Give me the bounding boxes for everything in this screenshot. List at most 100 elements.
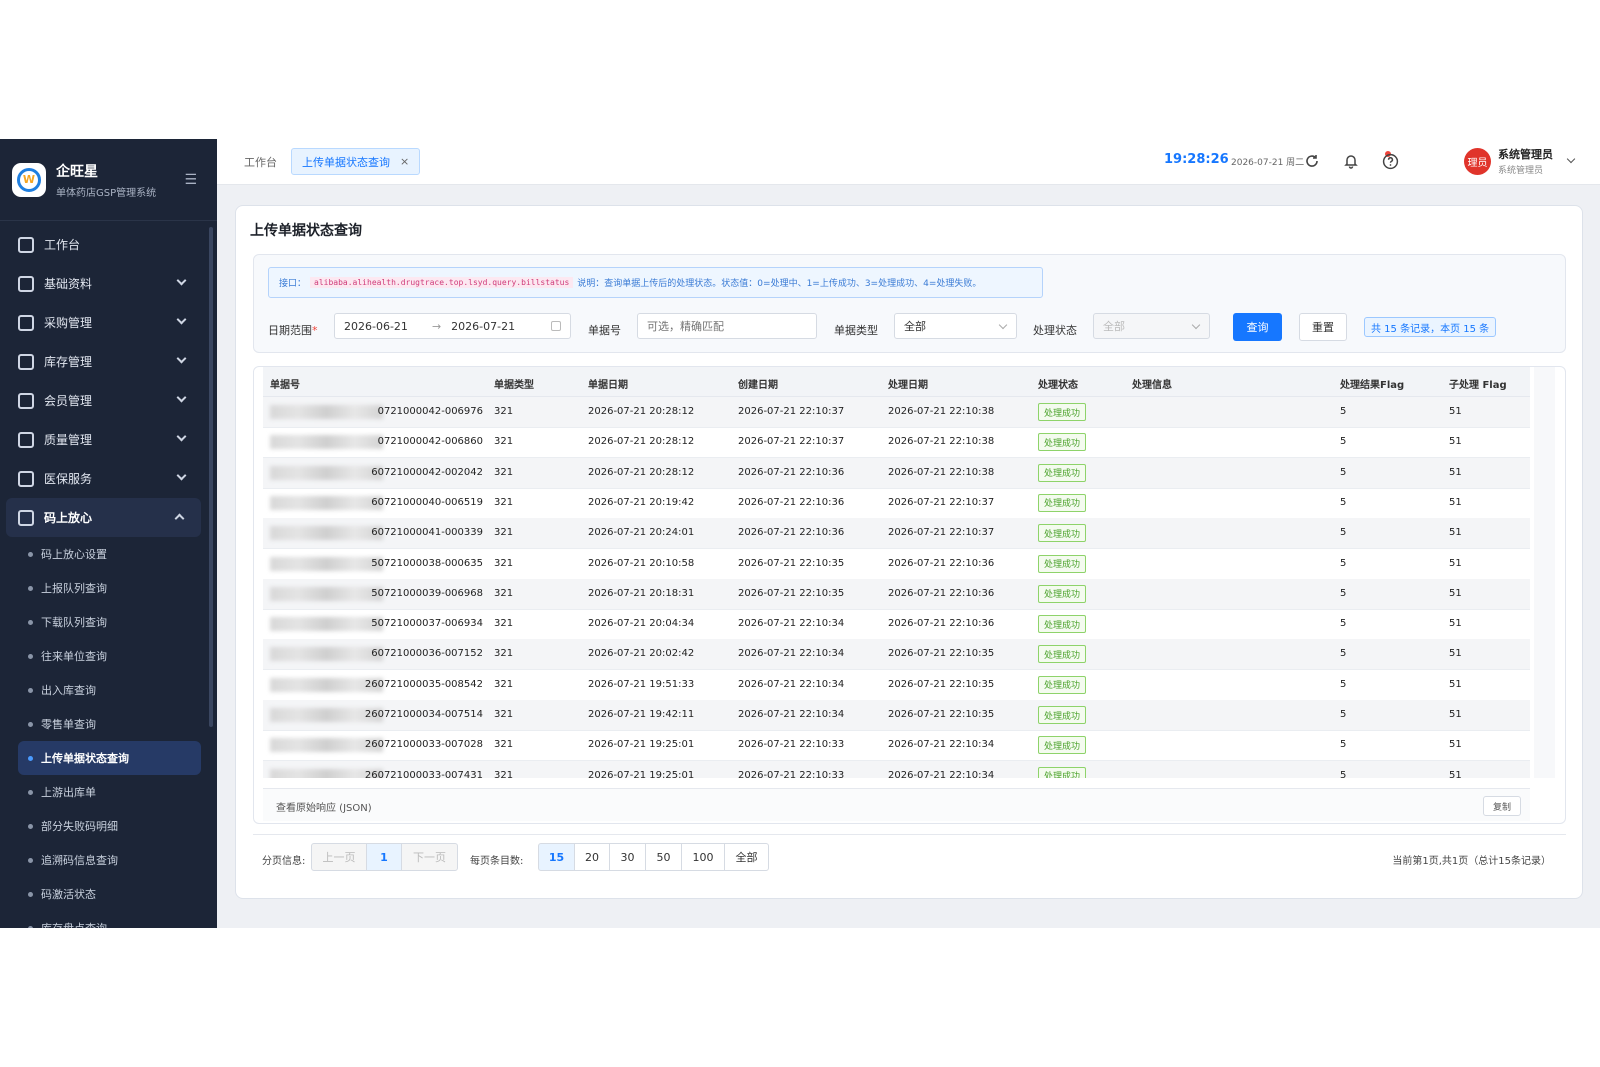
chevron-down-icon: [176, 431, 187, 442]
raw-json-section[interactable]: 查看原始响应 (JSON) 复制: [263, 788, 1530, 821]
submenu-item-2[interactable]: 下载队列查询: [0, 605, 217, 639]
bill-no-input[interactable]: [637, 313, 817, 339]
close-tab-icon[interactable]: ×: [400, 155, 409, 168]
table-row[interactable]: 260721000033-007028 321 2026-07-21 19:25:0…: [263, 730, 1530, 762]
table-row[interactable]: 60721000040-006519 321 2026-07-21 20:19:42…: [263, 488, 1530, 519]
page-size-option[interactable]: 100: [681, 843, 725, 871]
sidebar-item-7[interactable]: 码上放心: [6, 498, 201, 537]
status-select[interactable]: 全部: [1093, 313, 1210, 339]
sidebar-item-0[interactable]: 工作台: [0, 225, 217, 264]
column-header[interactable]: 创建日期: [738, 376, 778, 391]
page-size-option[interactable]: 50: [645, 843, 682, 871]
table-row[interactable]: 60721000041-000339 321 2026-07-21 20:24:01…: [263, 518, 1530, 550]
submenu-item-9[interactable]: 追溯码信息查询: [0, 843, 217, 877]
top-header: 工作台 上传单据状态查询 × 19:28:26 2026-07-21 周二 理员…: [217, 139, 1600, 185]
sidebar-item-5[interactable]: 质量管理: [0, 420, 217, 459]
submenu-item-6[interactable]: 上传单据状态查询: [18, 741, 201, 775]
submenu-item-label: 出入库查询: [41, 684, 96, 697]
date-end[interactable]: 2026-07-21: [451, 320, 515, 333]
status-badge: 处理成功: [1038, 736, 1087, 755]
avatar[interactable]: 理员: [1464, 148, 1491, 175]
column-header[interactable]: 子处理 Flag: [1449, 376, 1507, 391]
column-header[interactable]: 处理结果Flag: [1340, 376, 1404, 391]
prev-page-button[interactable]: 上一页: [311, 843, 367, 871]
bullet-icon: [28, 619, 33, 625]
cell-create-date: 2026-07-21 22:10:35: [738, 587, 845, 599]
sidebar-scrollbar[interactable]: [209, 227, 213, 727]
submenu-item-1[interactable]: 上报队列查询: [0, 571, 217, 605]
bill-type-select[interactable]: 全部: [894, 313, 1017, 339]
table-row[interactable]: 260721000034-007514 321 2026-07-21 19:42:1…: [263, 700, 1530, 731]
status-badge: 处理成功: [1038, 645, 1087, 664]
cell-create-date: 2026-07-21 22:10:35: [738, 557, 845, 569]
table-row[interactable]: 50721000038-000635 321 2026-07-21 20:10:58…: [263, 549, 1530, 580]
bullet-icon: [28, 687, 33, 693]
column-header[interactable]: 单据日期: [588, 376, 628, 391]
submenu-item-10[interactable]: 码激活状态: [0, 877, 217, 911]
page-size-option[interactable]: 15: [538, 843, 575, 871]
table-body[interactable]: 0721000042-006976 321 2026-07-21 20:28:12 2…: [263, 397, 1530, 778]
submenu-item-3[interactable]: 往来单位查询: [0, 639, 217, 673]
cell-type: 321: [494, 739, 514, 751]
cell-bill-no: 50721000039-006968: [371, 587, 483, 599]
user-name[interactable]: 系统管理员: [1498, 146, 1553, 162]
sidebar-item-2[interactable]: 采购管理: [0, 303, 217, 342]
chevron-down-icon[interactable]: [1566, 154, 1576, 164]
bell-icon[interactable]: [1341, 151, 1361, 171]
table-row[interactable]: 260721000033-007431 321 2026-07-21 19:25:0…: [263, 760, 1530, 778]
raw-json-toggle[interactable]: 查看原始响应 (JSON): [276, 799, 372, 814]
table-row[interactable]: 60721000036-007152 321 2026-07-21 20:02:42…: [263, 639, 1530, 671]
app-name: 企旺星: [56, 163, 98, 180]
submenu-item-8[interactable]: 部分失败码明细: [0, 809, 217, 843]
api-description: 说明：查询单据上传后的处理状态。状态值：0=处理中、1=上传成功、3=处理成功、…: [577, 279, 982, 289]
cell-create-date: 2026-07-21 22:10:34: [738, 648, 845, 660]
table-row[interactable]: 50721000037-006934 321 2026-07-21 20:04:34…: [263, 609, 1530, 641]
status-badge: 处理成功: [1038, 584, 1087, 603]
users-icon: [18, 392, 34, 409]
sidebar-item-3[interactable]: 库存管理: [0, 342, 217, 381]
column-header[interactable]: 处理状态: [1038, 376, 1078, 391]
query-button[interactable]: 查询: [1233, 313, 1282, 341]
submenu-item-4[interactable]: 出入库查询: [0, 673, 217, 707]
refresh-icon[interactable]: [1302, 151, 1322, 171]
tab-workbench[interactable]: 工作台: [244, 154, 277, 170]
page-size-option[interactable]: 20: [574, 843, 610, 871]
submenu-item-0[interactable]: 码上放心设置: [0, 537, 217, 571]
collapse-sidebar-icon[interactable]: ☰: [184, 172, 197, 188]
bullet-icon: [28, 585, 33, 591]
reset-button[interactable]: 重置: [1299, 313, 1347, 341]
column-header[interactable]: 单据类型: [494, 376, 534, 391]
redacted-blur: [270, 556, 383, 571]
sidebar-item-4[interactable]: 会员管理: [0, 381, 217, 420]
submenu-item-5[interactable]: 零售单查询: [0, 707, 217, 741]
column-header[interactable]: 处理信息: [1132, 376, 1172, 391]
table-row[interactable]: 260721000035-008542 321 2026-07-21 19:51:3…: [263, 670, 1530, 701]
page-size-option[interactable]: 全部: [724, 843, 769, 871]
table-row[interactable]: 60721000042-002042 321 2026-07-21 20:28:12…: [263, 457, 1530, 489]
table-row[interactable]: 0721000042-006860 321 2026-07-21 20:28:12 2…: [263, 427, 1530, 459]
tab-upload-bill-status[interactable]: 上传单据状态查询 ×: [291, 148, 421, 175]
sidebar-item-1[interactable]: 基础资料: [0, 264, 217, 303]
date-start[interactable]: 2026-06-21: [344, 320, 408, 333]
next-page-button[interactable]: 下一页: [401, 843, 458, 871]
table-scrollbar[interactable]: [1534, 367, 1555, 778]
column-header[interactable]: 单据号: [270, 376, 300, 391]
cell-create-date: 2026-07-21 22:10:36: [738, 496, 845, 508]
sidebar-item-6[interactable]: 医保服务: [0, 459, 217, 498]
submenu-item-label: 上游出库单: [41, 786, 96, 799]
cell-bill-date: 2026-07-21 20:24:01: [588, 527, 695, 539]
chevron-down-icon: [176, 353, 187, 364]
help-icon[interactable]: [1380, 151, 1400, 171]
copy-button[interactable]: 复制: [1483, 796, 1521, 816]
page-size-option[interactable]: 30: [609, 843, 646, 871]
cell-bill-date: 2026-07-21 20:04:34: [588, 618, 695, 630]
status-badge: 处理成功: [1038, 615, 1087, 634]
table-row[interactable]: 0721000042-006976 321 2026-07-21 20:28:12 2…: [263, 397, 1530, 428]
column-header[interactable]: 处理日期: [888, 376, 928, 391]
table-row[interactable]: 50721000039-006968 321 2026-07-21 20:18:31…: [263, 578, 1530, 610]
submenu-item-11[interactable]: 库存盘点查询: [0, 911, 217, 928]
date-range-picker[interactable]: 2026-06-21 → 2026-07-21: [334, 313, 571, 339]
submenu-item-7[interactable]: 上游出库单: [0, 775, 217, 809]
page-1-button[interactable]: 1: [366, 843, 402, 871]
cell-create-date: 2026-07-21 22:10:34: [738, 678, 845, 690]
